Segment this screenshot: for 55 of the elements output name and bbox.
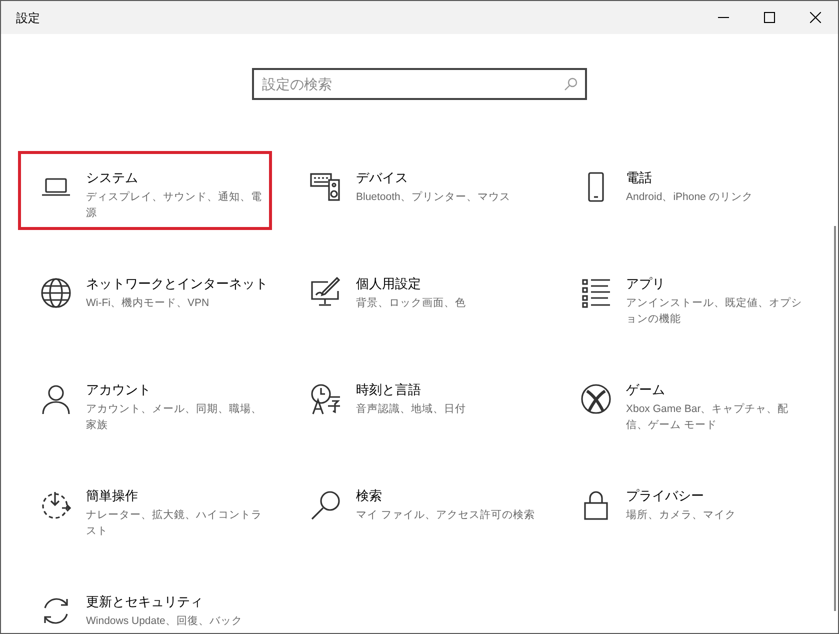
search-icon: [564, 77, 578, 91]
minimize-icon: [718, 17, 728, 18]
tile-title: システム: [86, 169, 139, 187]
tile-title: デバイス: [356, 169, 409, 187]
tile-title: ゲーム: [626, 381, 666, 399]
settings-tile[interactable]: アプリ アンインストール、既定値、オプションの機能: [558, 257, 812, 336]
settings-tile[interactable]: 時刻と言語 音声認識、地域、日付: [288, 363, 542, 431]
tile-title: 時刻と言語: [356, 381, 422, 399]
tile-description: Android、iPhone のリンク: [626, 190, 754, 205]
tile-description: Wi-Fi、機内モード、VPN: [86, 296, 210, 311]
scrollbar[interactable]: [834, 226, 836, 611]
clock-letter-icon: [310, 383, 342, 415]
tile-title: 電話: [626, 169, 653, 187]
tile-description: 背景、ロック画面、色: [356, 296, 467, 311]
settings-tile[interactable]: システム ディスプレイ、サウンド、通知、電源: [18, 151, 272, 230]
tile-description: ナレーター、拡大鏡、ハイコントラスト: [86, 508, 263, 539]
tile-title: 個人用設定: [356, 275, 422, 293]
tile-description: Bluetooth、プリンター、マウス: [356, 190, 512, 205]
tile-title: 更新とセキュリティ: [86, 593, 204, 611]
tile-title: アプリ: [626, 275, 666, 293]
settings-tile[interactable]: ゲーム Xbox Game Bar、キャプチャ、配信、ゲーム モード: [558, 363, 812, 442]
globe-icon: [40, 277, 72, 309]
maximize-icon: [764, 12, 774, 23]
tile-description: マイ ファイル、アクセス許可の検索: [356, 508, 536, 523]
settings-tile[interactable]: 個人用設定 背景、ロック画面、色: [288, 257, 542, 325]
tile-title: 簡単操作: [86, 487, 139, 505]
settings-tile[interactable]: デバイス Bluetooth、プリンター、マウス: [288, 151, 542, 219]
settings-tile[interactable]: 更新とセキュリティ Windows Update、回復、バック: [18, 575, 272, 633]
tile-title: アカウント: [86, 381, 152, 399]
search-icon: [310, 489, 342, 521]
settings-tile[interactable]: 検索 マイ ファイル、アクセス許可の検索: [288, 469, 542, 537]
tile-description: Windows Update、回復、バック: [86, 614, 244, 629]
tile-title: ネットワークとインターネット: [86, 275, 269, 293]
xbox-icon: [580, 383, 612, 415]
tile-description: ディスプレイ、サウンド、通知、電源: [86, 190, 263, 221]
accessibility-icon: [40, 489, 72, 521]
tile-title: 検索: [356, 487, 383, 505]
settings-tile[interactable]: 簡単操作 ナレーター、拡大鏡、ハイコントラスト: [18, 469, 272, 548]
window-title: 設定: [16, 10, 40, 26]
list-icon: [580, 277, 612, 309]
settings-tile[interactable]: 電話 Android、iPhone のリンク: [558, 151, 812, 219]
search-field[interactable]: 設定の検索: [252, 68, 587, 100]
tile-description: 場所、カメラ、マイク: [626, 508, 737, 523]
tile-description: アンインストール、既定値、オプションの機能: [626, 296, 803, 327]
settings-tile[interactable]: アカウント アカウント、メール、同期、職場、家族: [18, 363, 272, 442]
close-icon: [810, 12, 820, 23]
tile-description: Xbox Game Bar、キャプチャ、配信、ゲーム モード: [626, 402, 790, 433]
settings-tile[interactable]: ネットワークとインターネット Wi-Fi、機内モード、VPN: [18, 257, 272, 325]
person-icon: [40, 383, 72, 415]
monitor-brush-icon: [310, 277, 342, 309]
tile-title: プライバシー: [626, 487, 705, 505]
tile-description: 音声認識、地域、日付: [356, 402, 467, 417]
keyboard-speaker-icon: [310, 171, 342, 203]
settings-tile[interactable]: プライバシー 場所、カメラ、マイク: [558, 469, 812, 537]
tile-description: アカウント、メール、同期、職場、家族: [86, 402, 263, 433]
